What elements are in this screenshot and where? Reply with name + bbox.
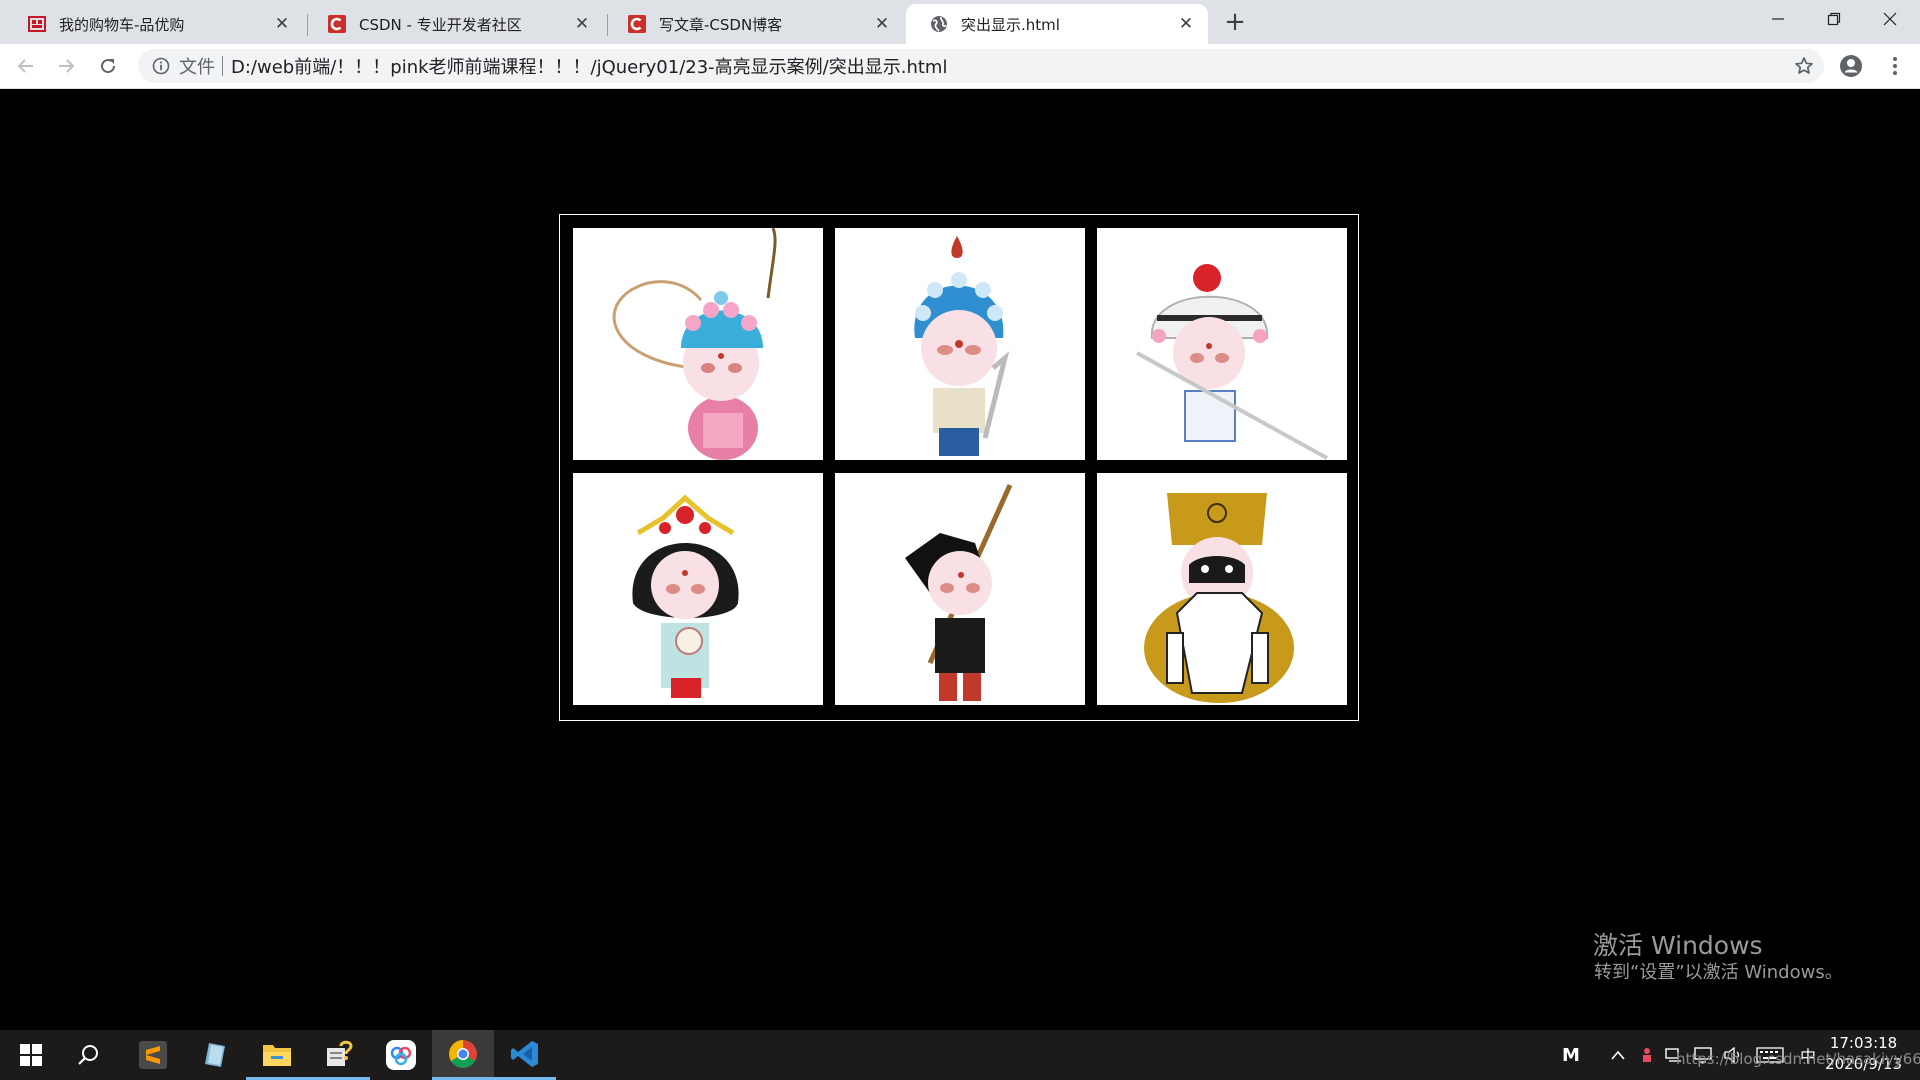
gallery-item-3[interactable] xyxy=(1097,228,1347,460)
opera-character-3-image xyxy=(1136,264,1328,460)
taskbar-app-chrome[interactable] xyxy=(432,1030,494,1080)
close-icon xyxy=(1883,12,1897,26)
restore-button[interactable] xyxy=(1806,0,1862,38)
taskbar-app-sublime[interactable] xyxy=(122,1030,184,1080)
gallery-item-4[interactable] xyxy=(573,473,823,705)
taskbar-app-helper[interactable] xyxy=(308,1030,370,1080)
chrome-icon xyxy=(449,1039,477,1068)
image-gallery xyxy=(559,214,1359,721)
tab-csdn-home[interactable]: CSDN - 专业开发者社区 ✕ xyxy=(304,4,604,44)
windows-start-icon xyxy=(20,1044,42,1066)
chevron-up-icon xyxy=(1611,1050,1625,1060)
taskbar-app-vscode[interactable] xyxy=(494,1030,556,1080)
shop-icon xyxy=(28,15,46,33)
back-button[interactable] xyxy=(10,50,42,82)
sublime-text-icon xyxy=(139,1041,167,1069)
address-bar[interactable]: 文件 D:/web前端/！！！pink老师前端课程！！！/jQuery01/23… xyxy=(138,49,1824,83)
profile-avatar-icon[interactable] xyxy=(1836,51,1866,81)
close-icon[interactable]: ✕ xyxy=(572,14,592,34)
arrow-right-icon xyxy=(59,59,75,73)
tab-csdn-write[interactable]: 写文章-CSDN博客 ✕ xyxy=(604,4,904,44)
csdn-icon xyxy=(628,15,646,33)
activation-watermark-subtitle: 转到“设置”以激活 Windows。 xyxy=(1594,962,1843,983)
tab-title: 我的购物车-品优购 xyxy=(59,15,185,34)
tab-title: 突出显示.html xyxy=(961,15,1060,34)
blog-url-watermark: https://blog.csdn.net/hasakiyy66 xyxy=(1676,1050,1920,1068)
baidu-netdisk-icon xyxy=(386,1040,416,1070)
opera-character-1-image xyxy=(612,228,777,460)
search-icon xyxy=(78,1045,98,1065)
taskbar-app-netdisk[interactable] xyxy=(370,1030,432,1080)
tab-shopping-cart[interactable]: 我的购物车-品优购 ✕ xyxy=(4,4,304,44)
gallery-item-6[interactable] xyxy=(1097,473,1347,705)
tab-title: CSDN - 专业开发者社区 xyxy=(359,15,522,34)
taskbar-app-notes[interactable] xyxy=(184,1030,246,1080)
antivirus-tray-icon xyxy=(1643,1048,1651,1062)
close-icon[interactable]: ✕ xyxy=(272,14,292,34)
tab-highlight-html[interactable]: 突出显示.html ✕ xyxy=(906,4,1208,44)
minimize-icon xyxy=(1772,18,1784,20)
scheme-label: 文件 xyxy=(179,57,215,78)
search-button[interactable] xyxy=(58,1030,120,1080)
reload-icon xyxy=(101,59,116,74)
windows-taskbar: M 中 17:03:18 2020/9/13 xyxy=(0,1030,1920,1080)
globe-icon xyxy=(930,15,948,33)
info-icon[interactable] xyxy=(152,57,170,75)
menu-kebab-icon[interactable] xyxy=(1880,51,1910,81)
start-button[interactable] xyxy=(0,1030,62,1080)
address-separator xyxy=(222,56,223,76)
ime-mode-indicator[interactable]: M xyxy=(1560,1030,1582,1080)
gallery-item-2[interactable] xyxy=(835,228,1085,460)
restore-icon xyxy=(1827,12,1841,26)
tab-title: 写文章-CSDN博客 xyxy=(659,15,783,34)
gallery-item-1[interactable] xyxy=(573,228,823,460)
close-window-button[interactable] xyxy=(1862,0,1918,38)
arrow-left-icon xyxy=(17,59,33,73)
opera-character-5-image xyxy=(905,483,1013,701)
gallery-item-5[interactable] xyxy=(835,473,1085,705)
file-explorer-icon xyxy=(263,1044,291,1066)
csdn-icon xyxy=(328,15,346,33)
close-icon[interactable]: ✕ xyxy=(1176,14,1196,34)
close-icon[interactable]: ✕ xyxy=(872,14,892,34)
activation-watermark-title: 激活 Windows xyxy=(1593,931,1763,960)
url-text[interactable]: D:/web前端/！！！pink老师前端课程！！！/jQuery01/23-高亮… xyxy=(231,53,947,79)
reload-button[interactable] xyxy=(92,50,124,82)
opera-character-6-image xyxy=(1144,493,1294,703)
tray-overflow-button[interactable] xyxy=(1604,1030,1632,1080)
vscode-icon xyxy=(511,1040,538,1067)
opera-character-2-image xyxy=(914,236,1010,456)
help-tool-icon xyxy=(327,1040,353,1066)
new-tab-button[interactable]: + xyxy=(1222,7,1248,37)
opera-character-4-image xyxy=(632,494,739,698)
minimize-button[interactable] xyxy=(1750,0,1806,38)
notes-app-icon xyxy=(205,1043,225,1067)
browser-toolbar: 文件 D:/web前端/！！！pink老师前端课程！！！/jQuery01/23… xyxy=(0,44,1920,89)
browser-tab-strip: 我的购物车-品优购 ✕ CSDN - 专业开发者社区 ✕ 写文章-CSDN博客 … xyxy=(0,0,1920,44)
bookmark-star-icon[interactable] xyxy=(1794,56,1814,76)
forward-button[interactable] xyxy=(50,50,82,82)
tray-app-icon[interactable] xyxy=(1636,1030,1658,1080)
taskbar-app-explorer[interactable] xyxy=(246,1030,308,1080)
